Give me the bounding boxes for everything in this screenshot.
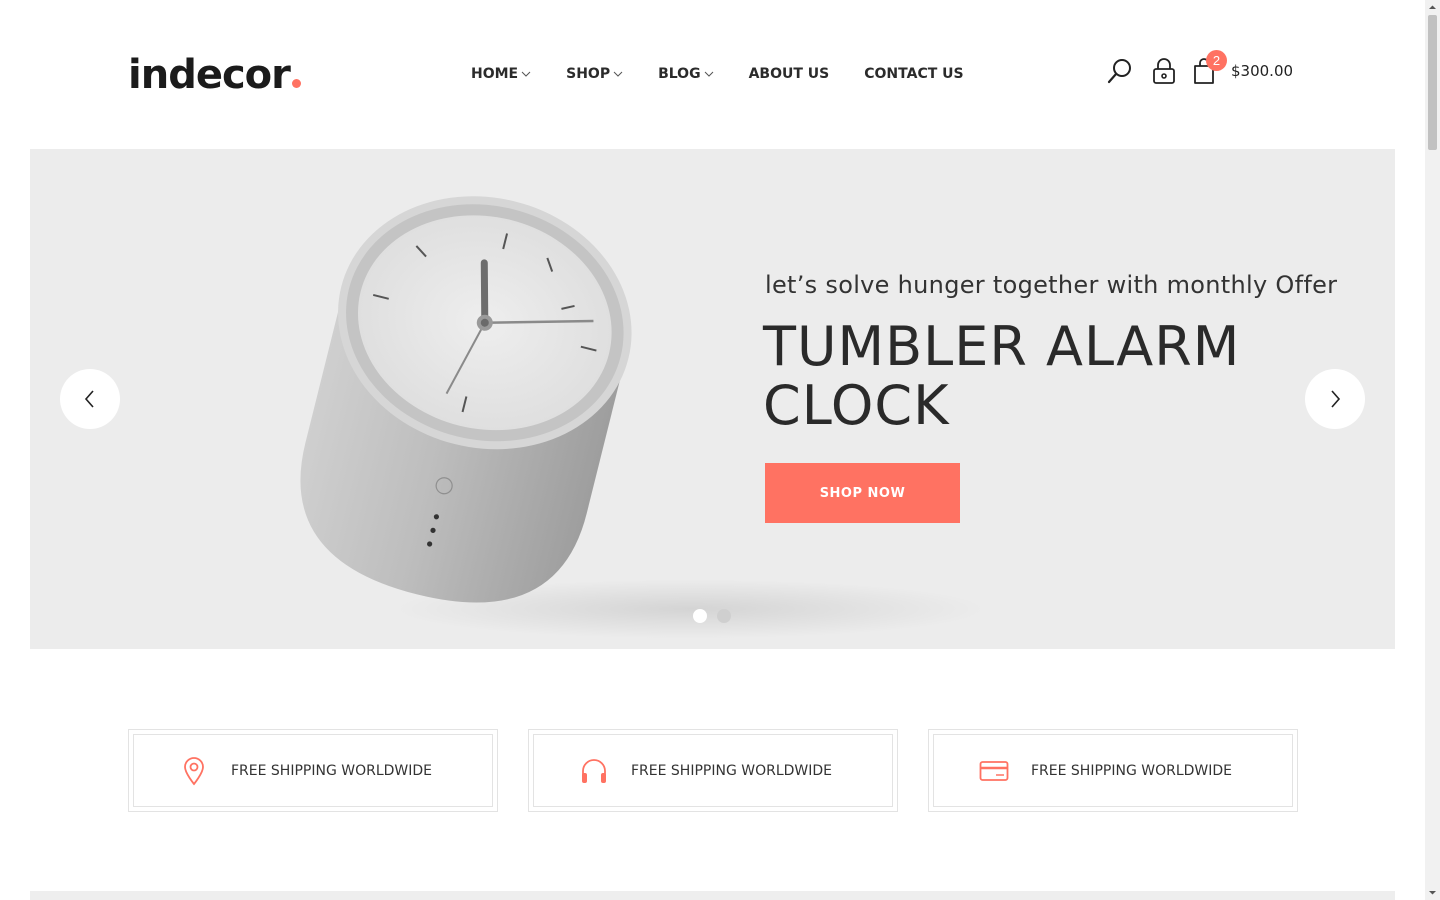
cart-count-badge: 2 [1206,50,1227,71]
nav-item-label: CONTACT US [864,66,964,82]
nav-item-blog[interactable]: BLOG [658,66,714,82]
hero-title: TUMBLER ALARM CLOCK [763,315,1241,437]
nav-item-label: ABOUT US [748,66,830,82]
feature-label: FREE SHIPPING WORLDWIDE [631,762,833,779]
scroll-down-arrow-icon[interactable] [1428,888,1437,897]
feature-card-inner: FREE SHIPPING WORLDWIDE [133,734,493,807]
chevron-down-icon [521,71,531,77]
map-pin-icon [179,756,209,786]
lock-icon [1153,58,1175,84]
logo-dot [291,79,301,88]
slider-prev-button[interactable] [60,369,120,429]
page-scrollbar[interactable] [1425,0,1440,900]
nav-item-label: BLOG [658,66,701,82]
account-button[interactable] [1149,56,1179,86]
next-section-edge [30,891,1395,900]
feature-card: FREE SHIPPING WORLDWIDE [128,729,498,812]
chevron-right-icon [1331,390,1341,408]
chevron-left-icon [84,390,94,408]
chevron-down-icon [704,71,713,77]
feature-card: FREE SHIPPING WORLDWIDE [928,729,1298,812]
nav-item-contact-us[interactable]: CONTACT US [864,66,963,82]
header-actions: 2 $300.00 [1105,50,1293,86]
logo-text: indecor [128,52,291,98]
shop-now-button[interactable]: SHOP NOW [765,463,960,523]
features-row: FREE SHIPPING WORLDWIDE FREE SHIPPING WO… [128,729,1298,812]
hero-slider: let’s solve hunger together with monthly… [30,149,1395,649]
credit-card-icon [979,756,1009,786]
slider-dot-2[interactable] [717,609,731,623]
cart-button[interactable]: 2 [1189,50,1227,86]
cart-total[interactable]: $300.00 [1231,62,1293,80]
tumbler-clock-image [300,196,632,603]
feature-card: FREE SHIPPING WORLDWIDE [528,729,898,812]
search-button[interactable] [1105,56,1135,86]
feature-label: FREE SHIPPING WORLDWIDE [1031,762,1233,779]
logo[interactable]: indecor [128,52,301,98]
scroll-up-arrow-icon[interactable] [1428,3,1437,12]
chevron-down-icon [613,71,623,77]
scrollbar-thumb[interactable] [1428,15,1437,150]
nav-item-home[interactable]: HOME [471,66,531,82]
feature-card-inner: FREE SHIPPING WORLDWIDE [933,734,1293,807]
main-nav: HOME SHOP BLOG ABOUT US CONTACT US [471,66,999,82]
nav-item-label: SHOP [566,66,611,82]
site-header: indecor HOME SHOP BLOG ABOUT US CONTACT … [0,0,1425,149]
slider-next-button[interactable] [1305,369,1365,429]
search-icon [1107,59,1131,84]
nav-item-about-us[interactable]: ABOUT US [749,66,830,82]
nav-item-shop[interactable]: SHOP [566,66,623,82]
headphones-icon [579,756,609,786]
slider-dot-1[interactable] [693,609,707,623]
nav-item-label: HOME [471,66,519,82]
hero-subtitle: let’s solve hunger together with monthly… [765,271,1338,299]
feature-card-inner: FREE SHIPPING WORLDWIDE [533,734,893,807]
feature-label: FREE SHIPPING WORLDWIDE [231,762,433,779]
slider-pagination [693,609,731,623]
